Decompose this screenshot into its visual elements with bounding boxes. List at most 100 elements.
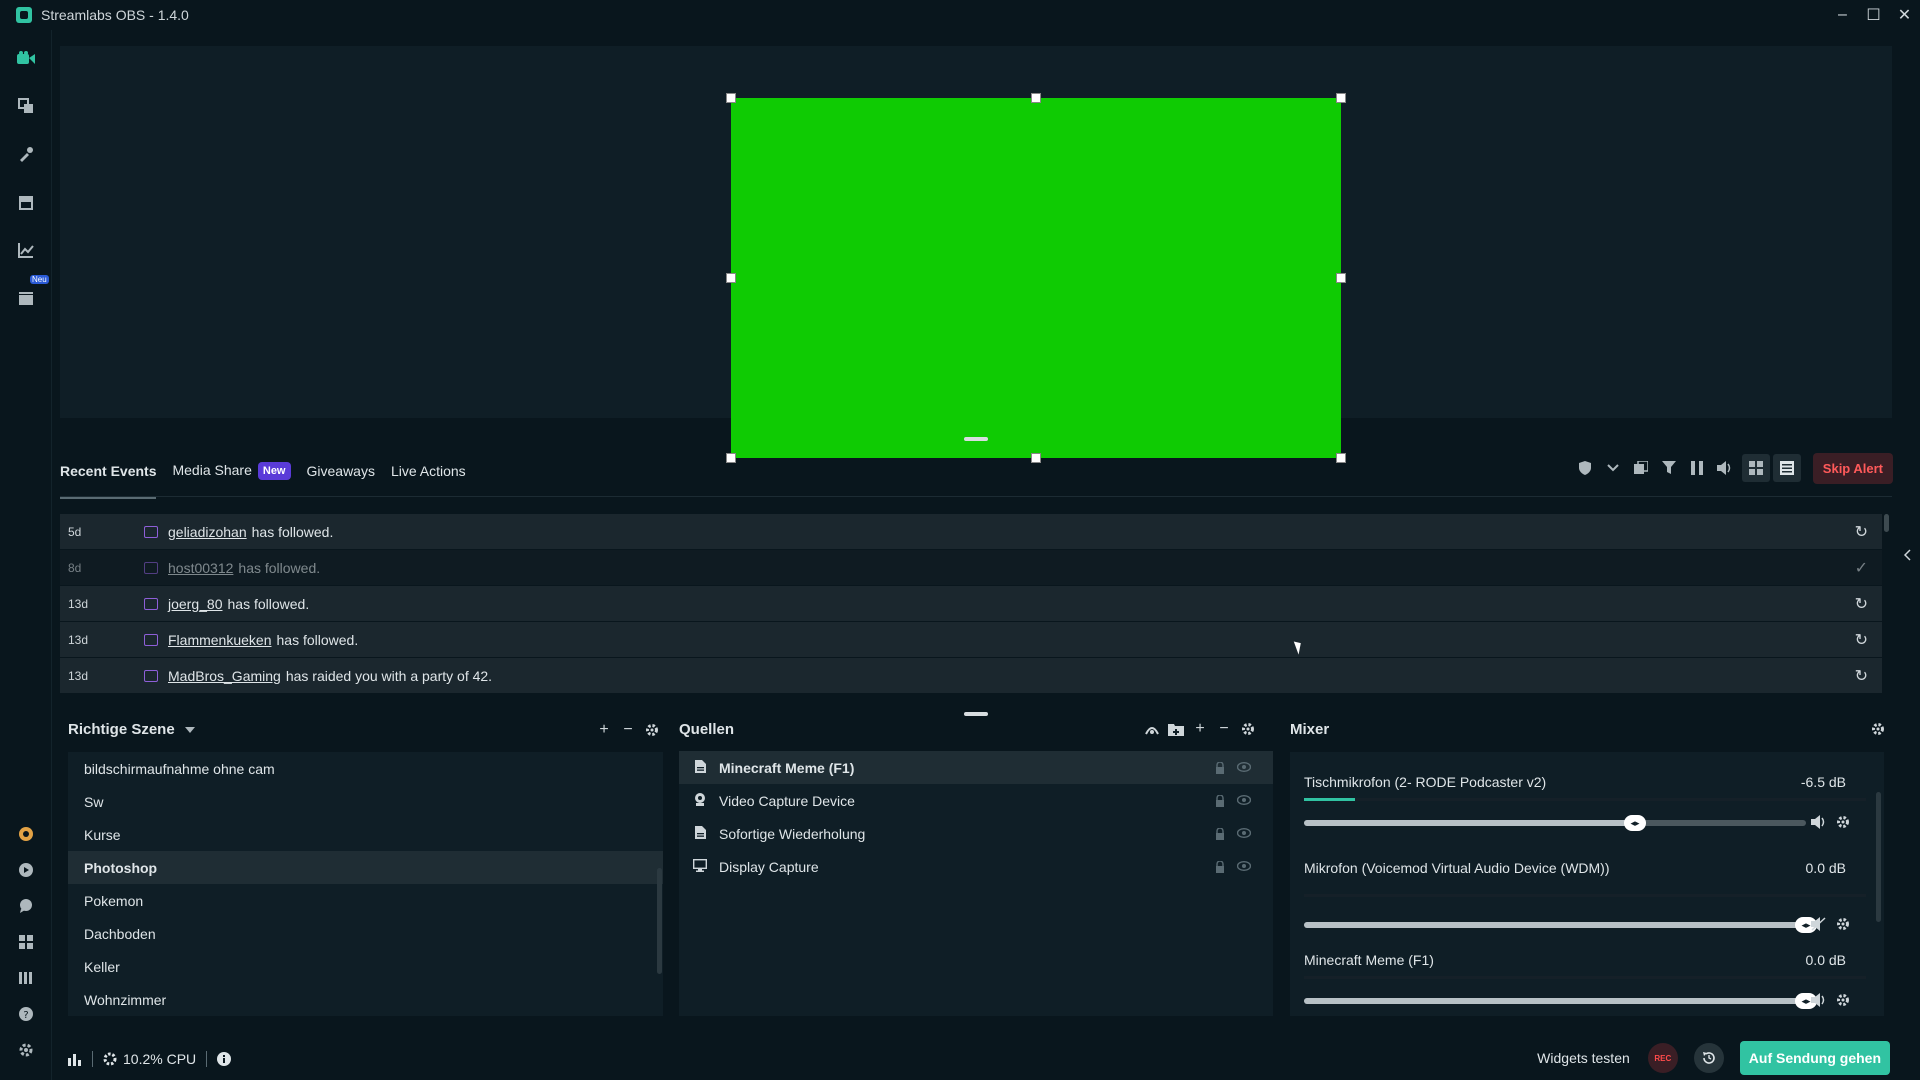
cloudbot-icon[interactable] — [16, 860, 36, 880]
grid-view-icon[interactable] — [1741, 454, 1770, 482]
source-item[interactable]: Sofortige Wiederholung — [679, 817, 1273, 850]
source-item[interactable]: Minecraft Meme (F1) — [679, 751, 1273, 784]
channel-settings-icon[interactable] — [1836, 815, 1850, 829]
visibility-icon[interactable] — [1237, 860, 1251, 871]
event-username[interactable]: Flammenkueken — [168, 632, 272, 648]
remove-scene-icon[interactable]: − — [616, 719, 640, 741]
test-widgets-button[interactable]: Widgets testen — [1537, 1050, 1630, 1066]
chat-icon[interactable] — [16, 896, 36, 916]
scene-item[interactable]: Pokemon — [68, 884, 663, 917]
repeat-alert-icon[interactable]: ↻ — [1855, 630, 1868, 650]
popout-window-icon[interactable] — [1627, 454, 1655, 482]
safe-mode-shield-icon[interactable] — [1571, 454, 1599, 482]
library-icon[interactable] — [16, 968, 36, 988]
scene-item[interactable]: Kurse — [68, 818, 663, 851]
scene-item[interactable]: bildschirmaufnahme ohne cam — [68, 752, 663, 785]
visibility-icon[interactable] — [1237, 761, 1251, 772]
highlighter-icon[interactable] — [16, 288, 36, 308]
volume-slider-handle[interactable]: ◂▸ — [1624, 815, 1646, 831]
selective-recording-icon[interactable] — [1140, 718, 1164, 740]
event-row: 5d geliadizohan has followed. ↻ — [60, 514, 1882, 549]
go-live-button[interactable]: Auf Sendung gehen — [1739, 1041, 1890, 1075]
volume-slider[interactable]: ◂▸ — [1304, 815, 1806, 831]
channel-settings-icon[interactable] — [1836, 917, 1850, 931]
scene-item[interactable]: Dachboden — [68, 917, 663, 950]
tab-recent-events[interactable]: Recent Events — [60, 457, 157, 499]
minimize-button[interactable]: – — [1827, 0, 1858, 30]
list-view-icon[interactable] — [1772, 454, 1801, 482]
chevron-left-icon[interactable] — [1903, 548, 1911, 564]
layout-editor-icon[interactable] — [16, 932, 36, 952]
filter-icon[interactable] — [1655, 454, 1683, 482]
stream-preview[interactable] — [60, 46, 1892, 463]
event-username[interactable]: geliadizohan — [168, 524, 247, 540]
scene-item[interactable]: Sw — [68, 785, 663, 818]
mixer-settings-icon[interactable] — [1866, 718, 1890, 740]
source-label: Sofortige Wiederholung — [719, 825, 866, 842]
event-username[interactable]: joerg_80 — [168, 596, 223, 612]
chevron-down-icon[interactable] — [1599, 454, 1627, 482]
repeat-alert-icon[interactable]: ↻ — [1855, 666, 1868, 686]
source-item[interactable]: Video Capture Device — [679, 784, 1273, 817]
resize-handle[interactable] — [1031, 93, 1041, 103]
scene-item[interactable]: Photoshop — [68, 851, 663, 884]
visibility-icon[interactable] — [1237, 827, 1251, 838]
analytics-icon[interactable] — [16, 240, 36, 260]
lock-icon[interactable] — [1215, 761, 1225, 774]
scene-item[interactable]: Wohnzimmer — [68, 983, 663, 1016]
mixer-scrollbar[interactable] — [1876, 792, 1881, 922]
visibility-icon[interactable] — [1237, 794, 1251, 805]
checkmark-icon[interactable]: ✓ — [1855, 558, 1868, 578]
add-scene-icon[interactable]: + — [592, 719, 616, 741]
scene-collection-selector[interactable]: Richtige Szene — [68, 721, 195, 738]
themes-icon[interactable] — [16, 144, 36, 164]
events-scrollbar[interactable] — [1884, 514, 1889, 532]
volume-icon[interactable] — [1711, 454, 1739, 482]
scenes-scrollbar[interactable] — [657, 868, 662, 974]
studio-icon[interactable] — [16, 48, 36, 68]
speaker-icon[interactable] — [1811, 815, 1826, 829]
scene-settings-icon[interactable] — [640, 719, 664, 741]
resize-handle[interactable] — [726, 273, 736, 283]
replay-buffer-button[interactable] — [1693, 1043, 1724, 1073]
prime-icon[interactable] — [16, 824, 36, 844]
info-icon[interactable] — [217, 1052, 232, 1066]
performance-stats-icon[interactable] — [68, 1052, 82, 1066]
pause-icon[interactable] — [1683, 454, 1711, 482]
add-folder-icon[interactable] — [1164, 718, 1188, 740]
speaker-muted-icon[interactable] — [1811, 917, 1826, 931]
close-button[interactable]: ✕ — [1889, 0, 1920, 30]
store-icon[interactable] — [16, 192, 36, 212]
event-username[interactable]: host00312 — [168, 560, 233, 576]
maximize-button[interactable]: ☐ — [1858, 0, 1889, 30]
lock-icon[interactable] — [1215, 794, 1225, 807]
lock-icon[interactable] — [1215, 827, 1225, 840]
tab-media-share[interactable]: Media Share New — [172, 456, 291, 486]
record-button[interactable]: REC — [1647, 1043, 1678, 1073]
source-item[interactable]: Display Capture — [679, 850, 1273, 883]
panel-resize-handle[interactable] — [964, 437, 988, 441]
speaker-icon[interactable] — [1811, 993, 1826, 1007]
help-icon[interactable]: ? — [16, 1004, 36, 1024]
skip-alert-button[interactable]: Skip Alert — [1812, 452, 1893, 484]
scene-item[interactable]: Keller — [68, 950, 663, 983]
layout-icon[interactable] — [16, 96, 36, 116]
volume-slider[interactable]: ◂▸ — [1304, 917, 1817, 933]
panel-resize-handle[interactable] — [964, 712, 988, 716]
settings-icon[interactable] — [16, 1040, 36, 1060]
tab-giveaways[interactable]: Giveaways — [307, 457, 375, 485]
event-username[interactable]: MadBros_Gaming — [168, 668, 281, 684]
repeat-alert-icon[interactable]: ↻ — [1855, 522, 1868, 542]
tab-live-actions[interactable]: Live Actions — [391, 457, 466, 485]
channel-settings-icon[interactable] — [1836, 993, 1850, 1007]
resize-handle[interactable] — [726, 93, 736, 103]
volume-slider[interactable]: ◂▸ — [1304, 993, 1817, 1009]
lock-icon[interactable] — [1215, 860, 1225, 873]
selected-source-greenscreen[interactable] — [731, 98, 1341, 458]
resize-handle[interactable] — [1336, 273, 1346, 283]
add-source-icon[interactable]: + — [1188, 718, 1212, 740]
repeat-alert-icon[interactable]: ↻ — [1855, 594, 1868, 614]
remove-source-icon[interactable]: − — [1212, 718, 1236, 740]
source-settings-icon[interactable] — [1236, 718, 1260, 740]
resize-handle[interactable] — [1336, 93, 1346, 103]
